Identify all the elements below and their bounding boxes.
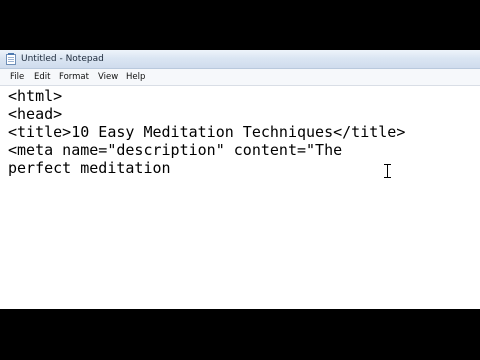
menu-view[interactable]: View xyxy=(98,72,118,83)
editor-line: perfect meditation xyxy=(8,159,171,177)
editor-line: <head> xyxy=(8,105,63,123)
letterbox-top xyxy=(0,0,480,50)
title-bar[interactable]: Untitled - Notepad xyxy=(0,50,480,69)
menu-format[interactable]: Format xyxy=(59,72,89,83)
menu-file[interactable]: File xyxy=(10,72,24,83)
text-cursor-icon xyxy=(384,164,391,178)
editor-line: <html> xyxy=(8,87,63,105)
letterbox-bottom xyxy=(0,309,480,360)
notepad-window: Untitled - Notepad File Edit Format View… xyxy=(0,50,480,309)
menu-bar: File Edit Format View Help xyxy=(0,69,480,86)
menu-help[interactable]: Help xyxy=(126,72,145,83)
notepad-icon xyxy=(6,53,16,65)
text-editor-area[interactable]: <html> <head> <title>10 Easy Meditation … xyxy=(0,86,480,309)
window-title: Untitled - Notepad xyxy=(21,54,104,64)
editor-line: <title>10 Easy Meditation Techniques</ti… xyxy=(8,123,406,141)
editor-line: <meta name="description" content="The xyxy=(8,141,343,159)
menu-edit[interactable]: Edit xyxy=(34,72,50,83)
